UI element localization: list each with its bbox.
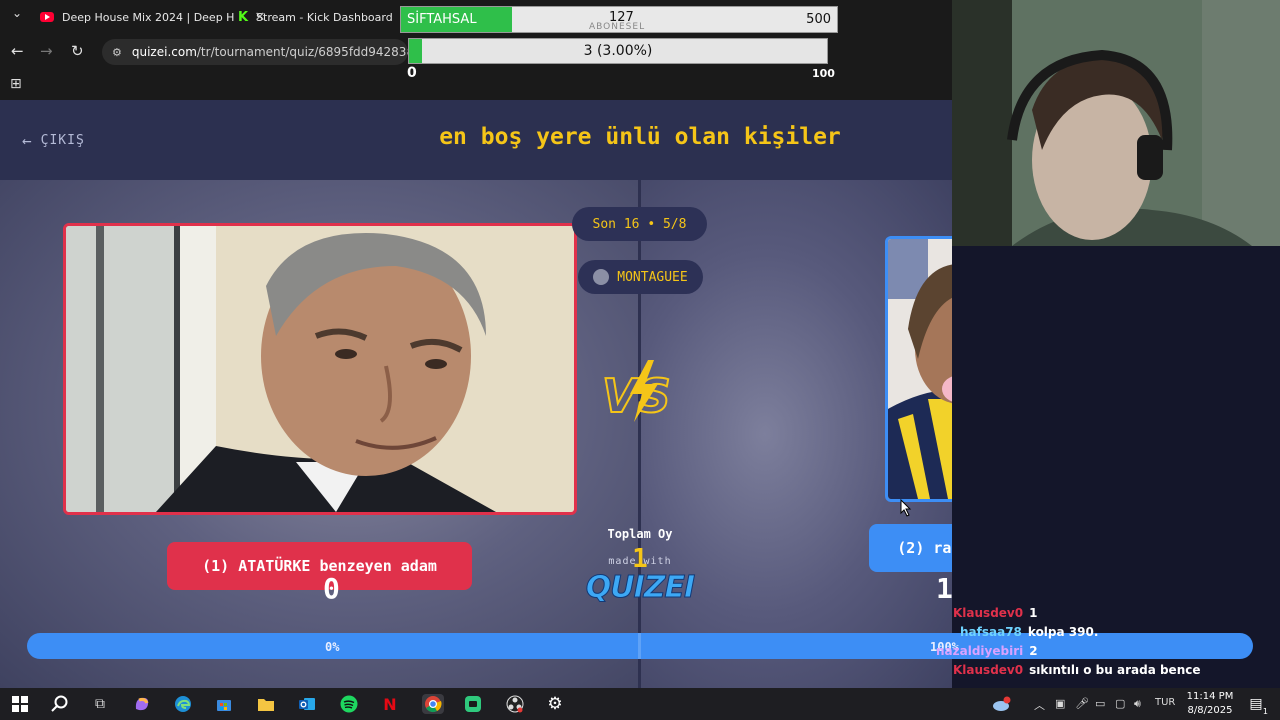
author-badge[interactable]: MONTAGUEE [578,260,703,294]
author-name: MONTAGUEE [617,269,688,285]
right-vote-count: 1 [936,572,952,605]
input-language[interactable]: TUR [1155,697,1175,708]
site-info-icon[interactable]: ⚙ [112,46,122,59]
microphone-icon[interactable]: 🎤︎ [1075,697,1089,710]
apps-grid-icon[interactable]: ⊞ [10,76,22,92]
weather-icon[interactable] [992,694,1012,714]
goal-min: 0 [407,65,417,81]
store-icon[interactable] [214,694,234,714]
quizei-logo: QUIZEI [585,570,695,606]
right-candidate-label: (2) rambo okan [897,539,952,557]
kick-icon: K [238,9,249,25]
made-with-label: made with [608,556,672,567]
chat-text: 2 [1029,644,1038,658]
chat-username: hafsaa78 [960,625,1022,639]
url-text: quizei.com/tr/tournament/quiz/6895fdd942… [131,45,408,59]
netflix-icon[interactable]: N [380,694,400,714]
outlook-icon[interactable] [297,694,317,714]
chat-message: nazaldiyebiri 2 [930,644,1260,663]
forward-arrow-icon[interactable]: → [40,42,53,60]
right-candidate-button[interactable]: (2) rambo okan [869,524,952,572]
task-view-icon[interactable]: ⧉ [90,694,110,714]
notifications-icon[interactable]: ▤ 1 [1246,694,1268,716]
address-bar[interactable]: ⚙ quizei.com/tr/tournament/quiz/6895fdd9… [102,39,408,65]
total-votes-label: Toplam Oy [607,527,673,541]
system-clock[interactable]: 11:14 PM 8/8/2025 [1180,690,1240,718]
chat-message: hafsaa78 kolpa 390. [930,625,1260,644]
left-candidate-image[interactable] [63,223,577,515]
webcam-feed [952,0,1280,246]
goal-label: 3 (3.00%) [583,43,653,59]
chat-text: kolpa 390. [1027,625,1099,639]
clock-date: 8/8/2025 [1187,705,1233,716]
round-label: Son 16 • 5/8 [592,216,687,232]
notification-count: 1 [1262,707,1268,716]
tray-chevron-icon[interactable]: ︿ [1034,697,1045,713]
left-candidate-photo [66,226,574,512]
obs-icon[interactable] [505,694,525,714]
chat-username: nazaldiyebiri [936,644,1024,658]
file-explorer-icon[interactable] [256,694,276,714]
webcam-image [952,0,1280,246]
goal-current: 127 [609,10,634,25]
percent-goal-bar: 3 (3.00%) [408,38,828,64]
chat-message: Klausdev0 sıkıntılı o bu arada bence [930,663,1260,682]
search-icon[interactable] [50,694,70,714]
mouse-cursor-icon [900,499,912,517]
settings-gear-icon[interactable]: ⚙ [545,694,565,714]
clock-time: 11:14 PM [1186,691,1234,702]
chat-text: sıkıntılı o bu arada bence [1029,663,1201,677]
author-avatar [593,269,610,285]
edge-browser-icon[interactable] [173,694,193,714]
goal-label: SİFTAHSAL [407,12,477,27]
quiz-title: en boş yere ünlü olan kişiler [439,124,841,150]
battery-icon[interactable]: ▭ [1095,697,1105,710]
tab-deep-house-mix[interactable]: Deep House Mix 2024 | Deep H ✕ [40,4,265,30]
spotify-icon[interactable] [339,694,359,714]
subscriber-goal-bar: SİFTAHSAL ABONESEL 127 500 [400,6,838,33]
tab-title: Stream - Kick Dashboard [256,10,393,24]
back-arrow-icon[interactable]: ← [11,42,24,60]
round-indicator: Son 16 • 5/8 [572,207,707,241]
reload-icon[interactable]: ↻ [71,42,84,60]
quiz-page: ← ÇIKIŞ en boş yere ünlü olan kişiler So… [0,100,952,688]
volume-icon[interactable]: 🔊︎ [1134,697,1141,711]
tab-list-chevron-icon[interactable]: ⌄ [12,6,22,20]
versus-lightning-icon: VS [601,360,672,424]
chat-text: 1 [1029,606,1038,620]
chat-username: Klausdev0 [953,606,1024,620]
left-vote-count: 0 [323,572,340,605]
chat-username: Klausdev0 [953,663,1024,677]
right-candidate-image[interactable] [885,236,952,502]
camera-tray-icon[interactable]: ▣ [1055,697,1065,710]
windows-taskbar: ⧉ N ⚙ ︿ ▣ 🎤︎ ▭ ▢ 🔊︎ TUR 11:14 PM 8/8/202… [0,688,1280,720]
right-candidate-photo [888,239,952,499]
left-candidate-button[interactable]: (1) ATATÜRKE benzeyen adam [167,542,472,590]
goal-max: 500 [806,12,831,27]
streaming-app-icon[interactable] [463,694,483,714]
chrome-icon[interactable] [422,694,444,714]
quiz-header: ← ÇIKIŞ en boş yere ünlü olan kişiler [0,100,952,180]
stream-chat: Klausdev0 1 hafsaa78 kolpa 390. nazaldiy… [930,606,1260,682]
youtube-icon [40,12,54,22]
network-icon[interactable]: ▢ [1115,697,1125,710]
tab-kick-dashboard[interactable]: K Stream - Kick Dashboard [238,4,393,30]
copilot-icon[interactable] [132,694,152,714]
windows-start-icon[interactable] [10,694,30,714]
progress-divider [638,633,641,659]
center-divider [638,180,641,688]
tab-title: Deep House Mix 2024 | Deep H [62,10,235,24]
bookmarks-bar: ⊞ [0,70,952,100]
chat-message: Klausdev0 1 [930,606,1260,625]
left-percent: 0% [325,640,340,654]
versus-stage: Son 16 • 5/8 MONTAGUEE VS Toplam Oy 1 (1… [0,180,952,688]
goal-max: 100 [812,67,835,80]
left-candidate-label: (1) ATATÜRKE benzeyen adam [202,557,437,575]
